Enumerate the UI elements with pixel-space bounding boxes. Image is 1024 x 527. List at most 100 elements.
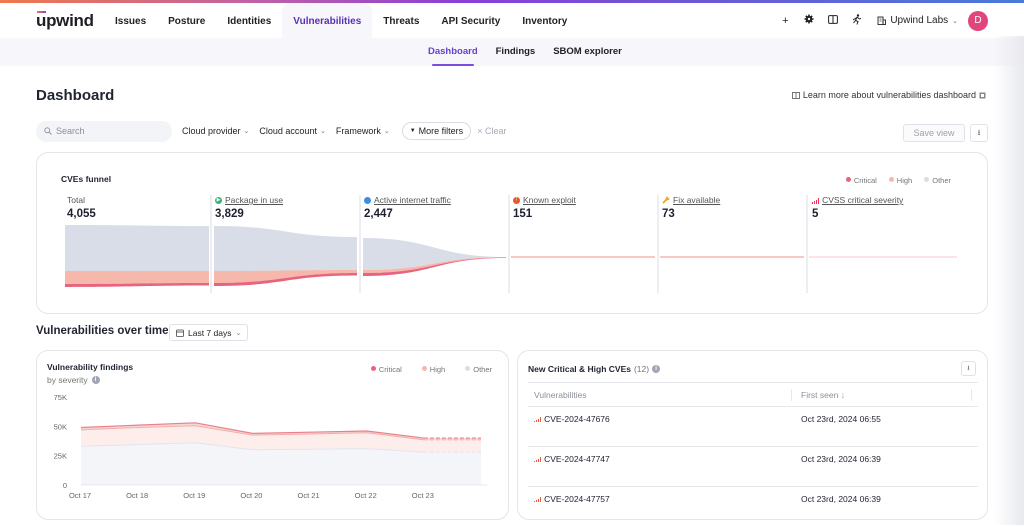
save-view-button[interactable]: Save view (903, 124, 965, 142)
page-title: Dashboard (36, 87, 115, 104)
more-filters-button[interactable]: ▼ More filters (401, 122, 472, 140)
learn-more-link[interactable]: Learn more about vulnerabilities dashboa… (791, 90, 986, 100)
x-tick-label: Oct 20 (240, 491, 262, 500)
funnel-stage[interactable]: ! Known exploit 151 (513, 195, 576, 220)
logo[interactable]: upwind (36, 11, 94, 31)
stage-label: ▶ Package in use (215, 195, 283, 205)
nav-item-issues[interactable]: Issues (104, 3, 157, 38)
nav-right-actions: + Upwind Labs ⌄ D (773, 3, 988, 38)
table-row[interactable]: CVE-2024-47676 Oct 23rd, 2024 06:55 (528, 407, 978, 447)
stage-link[interactable]: Fix available (673, 195, 720, 205)
chevron-down-icon: ⌄ (243, 128, 250, 135)
learn-more-text: Learn more about vulnerabilities dashboa… (802, 90, 976, 100)
y-tick-label: 50K (54, 422, 67, 431)
x-tick-label: Oct 19 (183, 491, 205, 500)
nav-item-posture[interactable]: Posture (157, 3, 216, 38)
stage-link[interactable]: Package in use (225, 195, 283, 205)
date-range-select[interactable]: Last 7 days ⌄ (169, 324, 249, 341)
cves-card-header: New Critical & High CVEs (12) i (528, 364, 661, 374)
funnel-high-area (65, 271, 209, 284)
gear-icon[interactable] (797, 14, 821, 27)
logo-text: upwind (36, 11, 94, 30)
sub-nav: Dashboard Findings SBOM explorer (0, 38, 1024, 66)
stage-link[interactable]: CVSS critical severity (822, 195, 903, 205)
first-seen-cell: Oct 23rd, 2024 06:55 (801, 414, 881, 424)
x-tick-label: Oct 22 (355, 491, 377, 500)
stage-link[interactable]: Active internet traffic (374, 195, 451, 205)
cves-title: New Critical & High CVEs (528, 364, 631, 374)
org-name: Upwind Labs (890, 15, 949, 26)
x-tick-label: Oct 17 (69, 491, 91, 500)
cloud-provider-select[interactable]: Cloud provider ⌄ (182, 126, 249, 136)
column-header-vulnerabilities[interactable]: Vulnerabilities (528, 388, 792, 401)
stage-value: 2,447 (364, 208, 393, 220)
exclamation-icon: ! (513, 196, 520, 204)
stage-label: Active internet traffic (364, 195, 451, 205)
severity-bars-icon (534, 416, 542, 422)
x-tick-label: Oct 23 (412, 491, 434, 500)
info-icon[interactable]: i (652, 365, 661, 373)
funnel-high-area (214, 270, 357, 283)
main-nav-items: Issues Posture Identities Vulnerabilities Th… (104, 3, 578, 38)
avatar[interactable]: D (968, 10, 988, 31)
close-icon: × (477, 126, 483, 136)
stage-link[interactable]: Known exploit (523, 195, 576, 205)
column-header-first-seen[interactable]: First seen ↓ (792, 388, 972, 401)
nav-item-api-security[interactable]: API Security (430, 3, 511, 38)
nav-item-identities[interactable]: Identities (216, 3, 282, 38)
search-input[interactable]: Search (36, 120, 172, 142)
stage-value: 3,829 (215, 208, 244, 220)
nav-item-inventory[interactable]: Inventory (511, 3, 578, 38)
table-row[interactable]: CVE-2024-47747 Oct 23rd, 2024 06:39 (528, 447, 978, 487)
download-button[interactable]: ⭳ (961, 361, 976, 376)
cves-funnel-card: CVEs funnel Critical High Other Total 4,055… (36, 152, 988, 314)
cloud-account-select[interactable]: Cloud account ⌄ (259, 126, 325, 136)
clear-filters-button[interactable]: × Clear (477, 126, 506, 136)
cve-id[interactable]: CVE-2024-47747 (544, 454, 610, 464)
first-seen-cell: Oct 23rd, 2024 06:39 (801, 454, 881, 464)
y-tick-label: 25K (54, 452, 67, 461)
building-icon (877, 16, 887, 25)
tab-findings[interactable]: Findings (496, 38, 536, 65)
cve-id[interactable]: CVE-2024-47757 (544, 494, 610, 504)
vulnerability-findings-card: Vulnerability findings by severity i Crit… (36, 350, 509, 520)
download-button[interactable]: ⭳ (970, 124, 988, 142)
stage-value: 151 (513, 208, 533, 220)
funnel-stage[interactable]: ▶ Package in use 3,829 (215, 195, 283, 220)
tab-dashboard[interactable]: Dashboard (428, 38, 478, 66)
x-tick-label: Oct 18 (126, 491, 148, 500)
severity-bars-icon (534, 456, 542, 462)
funnel-stage[interactable]: Fix available 73 (662, 195, 720, 220)
org-switcher[interactable]: Upwind Labs ⌄ (877, 15, 958, 26)
funnel-stage[interactable]: Active internet traffic 2,447 (364, 195, 451, 220)
cve-cell: CVE-2024-47747 (528, 454, 792, 486)
column-label: First seen (801, 389, 839, 400)
table-row[interactable]: CVE-2024-47757 Oct 23rd, 2024 06:39 (528, 487, 978, 527)
tab-sbom-explorer[interactable]: SBOM explorer (553, 38, 622, 65)
nav-item-threats[interactable]: Threats (372, 3, 430, 38)
nav-item-vulnerabilities[interactable]: Vulnerabilities (282, 3, 373, 38)
more-filters-label: More filters (418, 126, 464, 136)
play-icon: ▶ (215, 196, 222, 204)
chevron-down-icon: ⌄ (383, 128, 390, 135)
stage-label: Fix available (662, 195, 720, 205)
chevron-down-icon: ⌄ (952, 17, 958, 25)
filter-bar: Search Cloud provider ⌄ Cloud account ⌄ Fr… (36, 120, 506, 142)
select-label: Cloud account (259, 126, 317, 136)
top-nav: upwind Issues Posture Identities Vulnerabil… (0, 3, 1024, 38)
y-tick-label: 75K (54, 393, 67, 402)
date-range-label: Last 7 days (188, 327, 232, 338)
cve-id[interactable]: CVE-2024-47676 (544, 414, 610, 424)
download-icon: ⭳ (967, 365, 970, 372)
funnel-stage[interactable]: CVSS critical severity 5 (812, 195, 903, 220)
calendar-icon (176, 329, 184, 337)
cve-cell: CVE-2024-47676 (528, 414, 792, 446)
logo-accent (37, 11, 46, 13)
book-icon[interactable] (821, 14, 845, 27)
person-run-icon[interactable] (845, 13, 869, 28)
scroll-shadow (994, 36, 1024, 525)
plus-icon[interactable]: + (773, 15, 797, 27)
book-icon (791, 91, 800, 99)
first-seen-cell: Oct 23rd, 2024 06:39 (801, 494, 881, 504)
framework-select[interactable]: Framework ⌄ (336, 126, 390, 136)
